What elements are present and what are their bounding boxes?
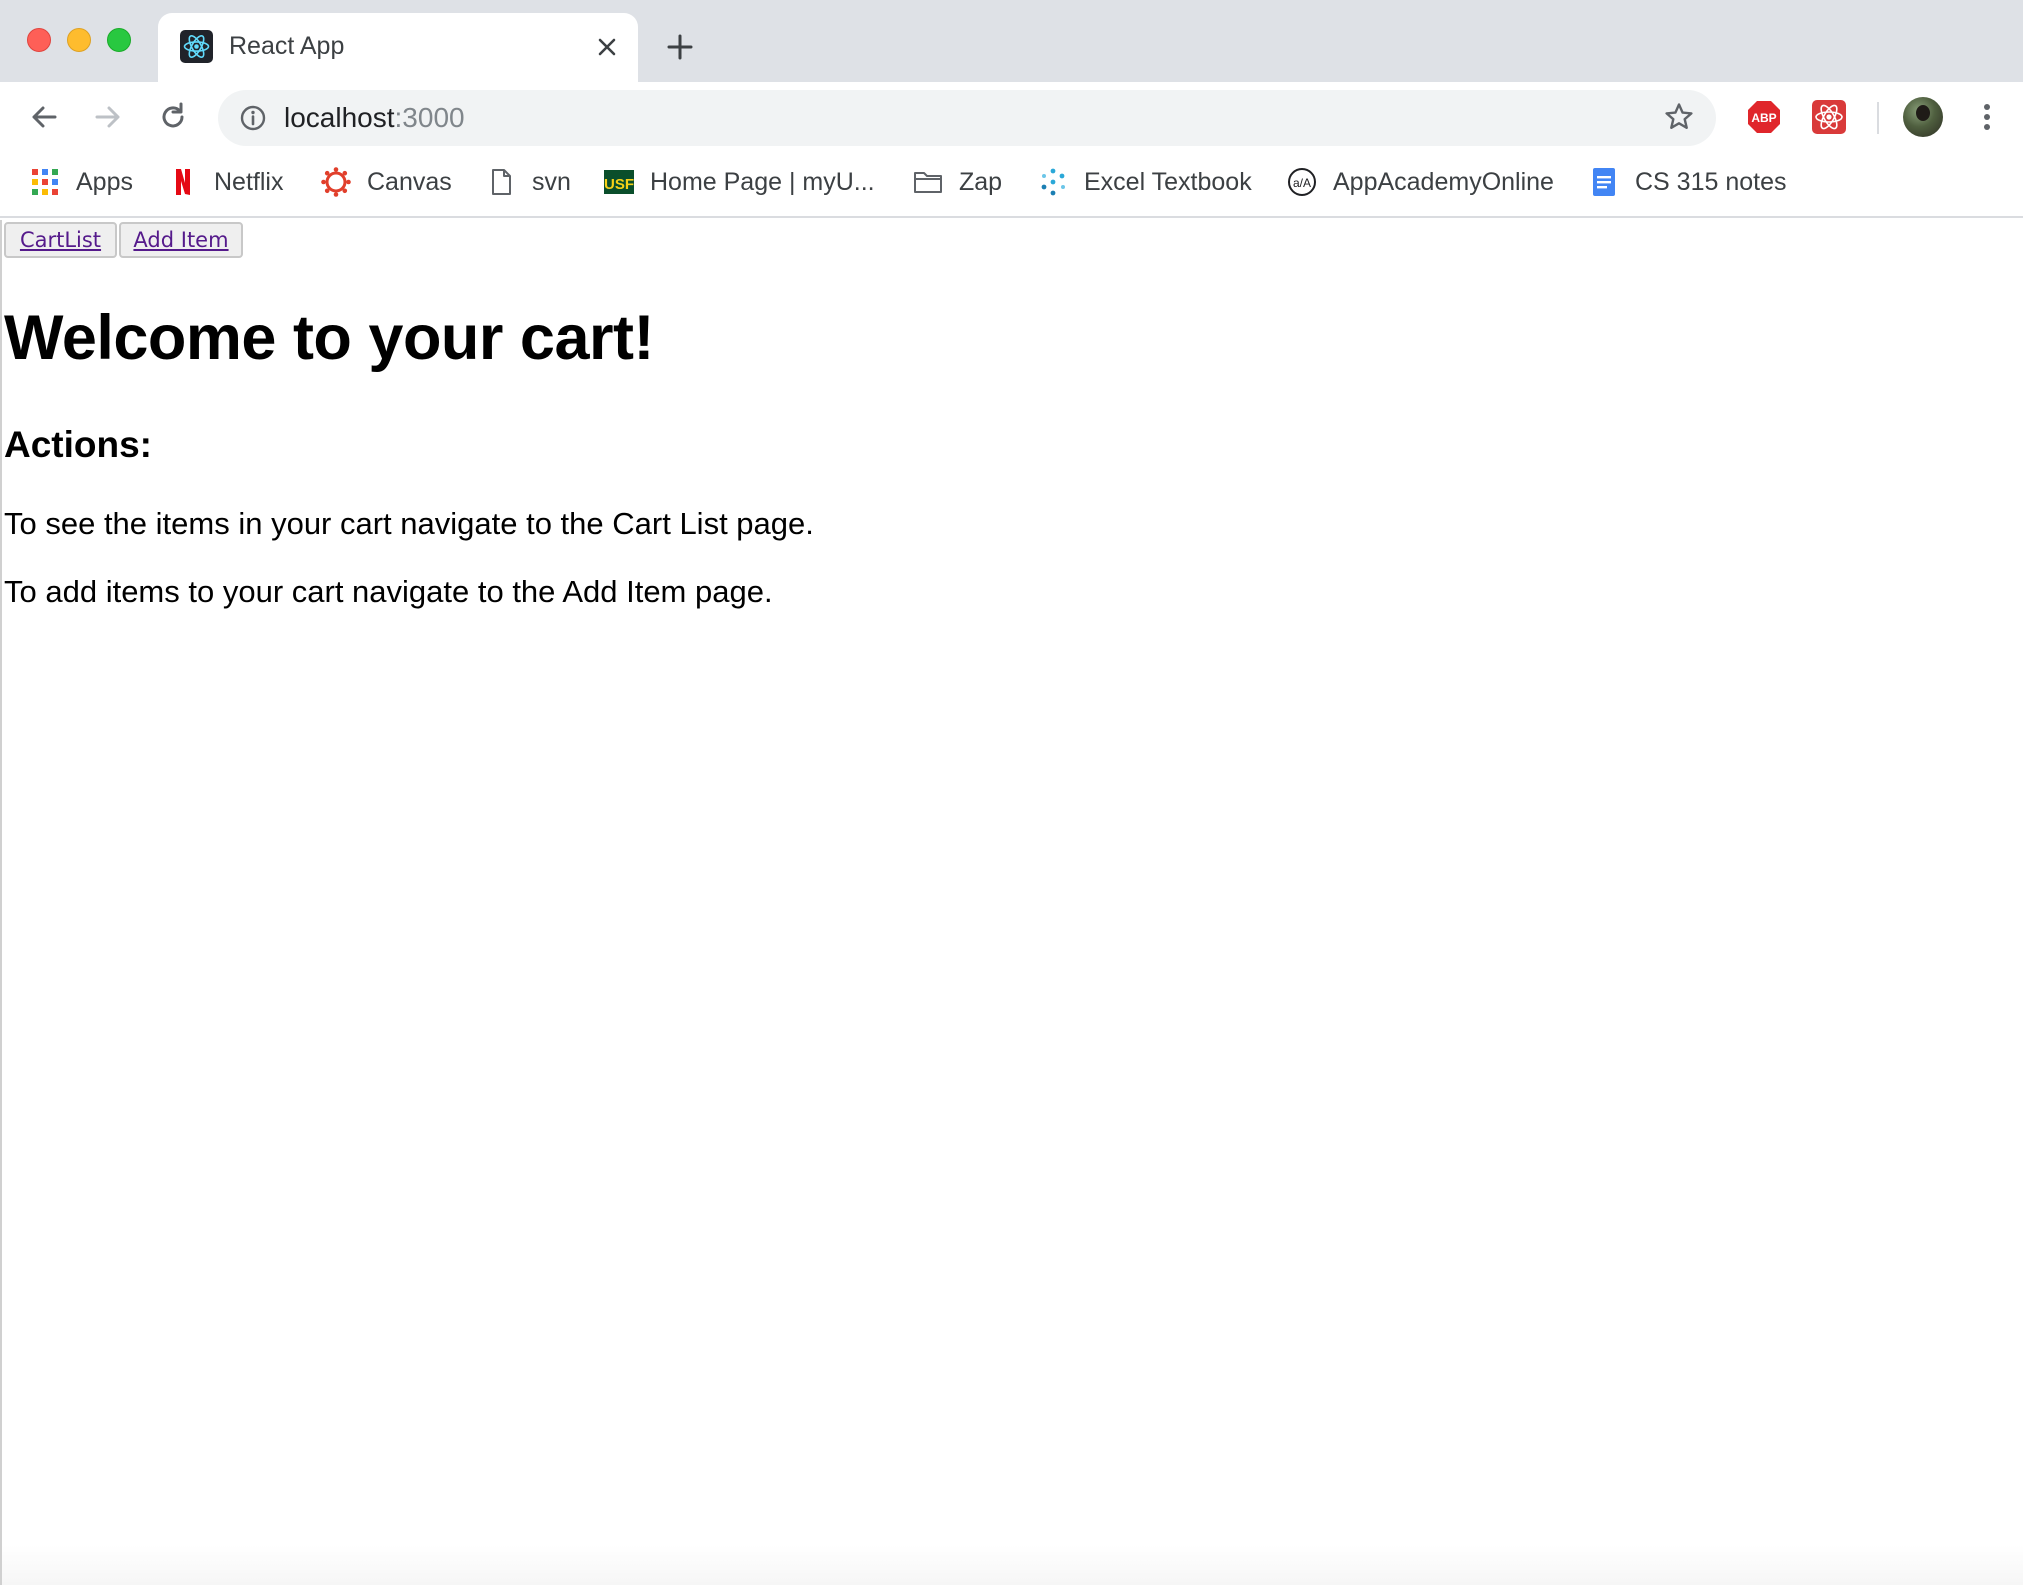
bookmark-label: Home Page | myU... xyxy=(650,167,875,196)
bookmark-canvas[interactable]: Canvas xyxy=(321,162,452,202)
bookmark-cs315-notes[interactable]: CS 315 notes xyxy=(1589,162,1787,202)
forward-arrow-icon[interactable] xyxy=(89,98,127,136)
bookmark-myusf[interactable]: USF Home Page | myU... xyxy=(604,162,875,202)
new-tab-plus-icon[interactable] xyxy=(664,31,696,63)
bookmark-label: Excel Textbook xyxy=(1084,167,1252,196)
react-logo-icon xyxy=(180,30,213,63)
toolbar-divider xyxy=(1877,102,1879,134)
bookmark-svn[interactable]: svn xyxy=(486,162,571,202)
react-devtools-icon[interactable] xyxy=(1811,99,1847,135)
site-info-icon[interactable] xyxy=(238,103,268,133)
excel-textbook-icon xyxy=(1038,167,1068,197)
tab-close-icon[interactable] xyxy=(592,32,622,62)
bookmark-excel-textbook[interactable]: Excel Textbook xyxy=(1038,162,1252,202)
url-text[interactable]: localhost:3000 xyxy=(284,102,465,134)
adblock-plus-icon[interactable]: ABP xyxy=(1746,99,1782,135)
add-item-nav-button[interactable]: Add Item xyxy=(119,222,243,258)
bottom-shade xyxy=(2,1545,2023,1585)
folder-icon xyxy=(913,167,943,197)
actions-heading: Actions: xyxy=(4,424,152,465)
bookmark-zap[interactable]: Zap xyxy=(913,162,1002,202)
bookmark-label: CS 315 notes xyxy=(1635,167,1787,196)
reload-icon[interactable] xyxy=(154,98,192,136)
svg-text:USF: USF xyxy=(604,176,634,193)
browser-tab[interactable]: React App xyxy=(158,13,638,82)
appacademy-icon: a/A xyxy=(1287,167,1317,197)
svg-text:a/A: a/A xyxy=(1293,176,1311,190)
netflix-icon xyxy=(168,167,198,197)
url-port: :3000 xyxy=(394,102,465,133)
bookmark-label: AppAcademyOnline xyxy=(1333,167,1554,196)
url-host: localhost xyxy=(284,102,395,133)
bookmark-label: Zap xyxy=(959,167,1003,196)
canvas-icon xyxy=(321,167,351,197)
address-bar[interactable]: localhost:3000 xyxy=(218,90,1716,146)
cart-list-instruction: To see the items in your cart navigate t… xyxy=(4,506,814,541)
usf-icon: USF xyxy=(604,167,634,197)
bookmark-netflix[interactable]: Netflix xyxy=(168,162,283,202)
tab-title: React App xyxy=(229,32,345,60)
bookmarks-bar: Apps Netflix Canvas svn USF Home Page | … xyxy=(0,152,2023,218)
apps-grid-icon xyxy=(30,167,60,197)
fullscreen-window-button[interactable] xyxy=(107,28,131,52)
minimize-window-button[interactable] xyxy=(67,28,91,52)
add-item-instruction: To add items to your cart navigate to th… xyxy=(4,574,773,609)
profile-avatar[interactable] xyxy=(1903,97,1943,137)
tab-strip: React App xyxy=(0,0,2023,82)
bookmark-apps[interactable]: Apps xyxy=(30,162,133,202)
back-arrow-icon[interactable] xyxy=(25,98,63,136)
bookmark-appacademy[interactable]: a/A AppAcademyOnline xyxy=(1287,162,1554,202)
bookmark-label: Netflix xyxy=(214,167,284,196)
bookmark-label: svn xyxy=(532,167,571,196)
page-title: Welcome to your cart! xyxy=(4,303,655,373)
bookmark-label: Apps xyxy=(76,167,133,196)
page-viewport: CartList Add Item Welcome to your cart! … xyxy=(0,220,2023,1585)
bookmark-label: Canvas xyxy=(367,167,452,196)
adblock-label: ABP xyxy=(1751,111,1776,125)
cartlist-nav-button[interactable]: CartList xyxy=(4,222,117,258)
browser-toolbar: localhost:3000 ABP xyxy=(0,82,2023,152)
docs-icon xyxy=(1589,167,1619,197)
app-nav: CartList Add Item xyxy=(4,222,245,258)
close-window-button[interactable] xyxy=(27,28,51,52)
file-icon xyxy=(486,167,516,197)
bookmark-star-icon[interactable] xyxy=(1662,100,1696,134)
more-menu-icon[interactable] xyxy=(1968,98,2006,136)
